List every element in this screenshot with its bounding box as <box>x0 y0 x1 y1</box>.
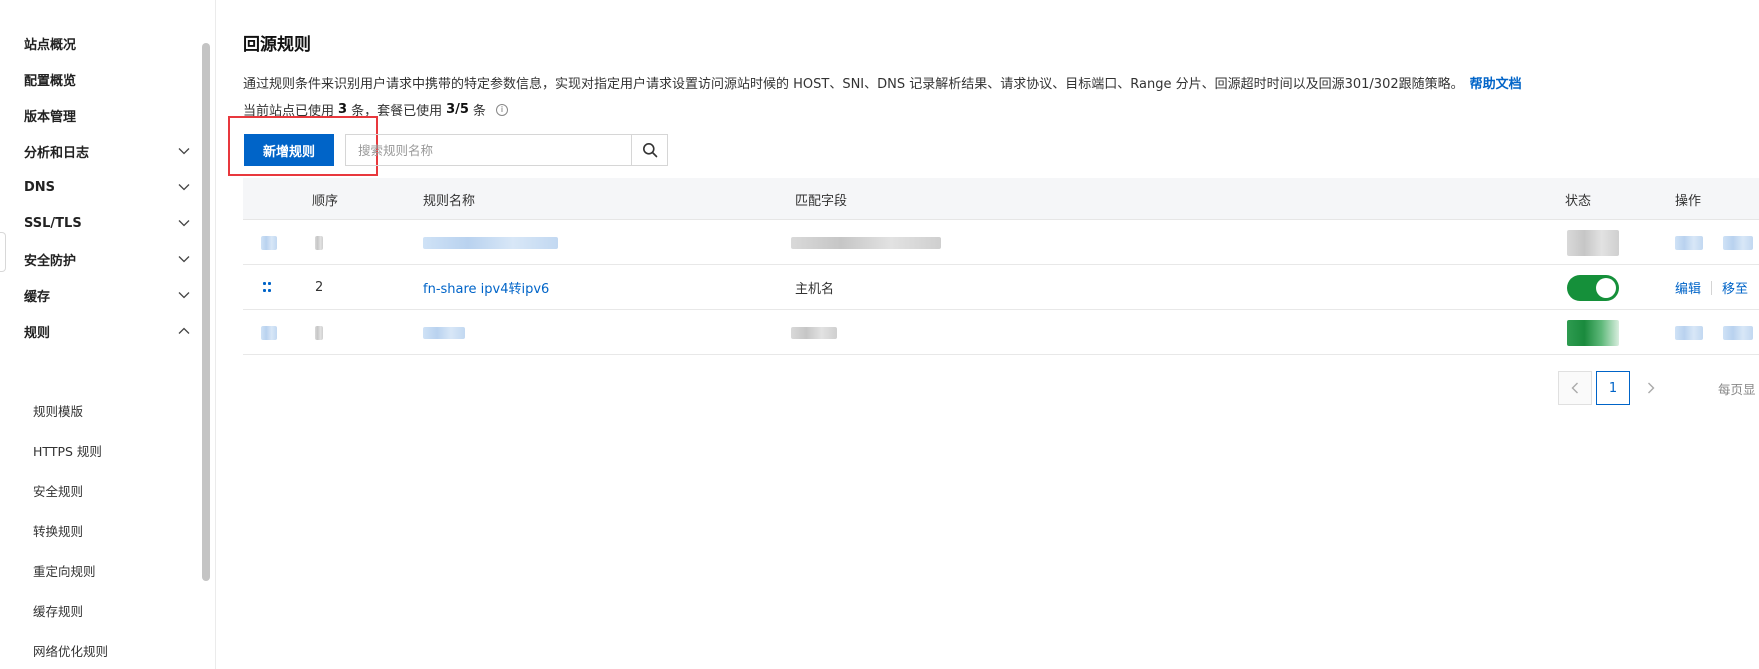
sidebar-subitem-network-optimization-rules[interactable]: 网络优化规则 <box>33 638 108 662</box>
actions-cell: 编辑 移至 <box>1675 265 1748 310</box>
column-header-status: 状态 <box>1565 193 1592 209</box>
chevron-down-icon <box>176 179 192 195</box>
column-header-name: 规则名称 <box>423 193 476 209</box>
sidebar-item-site-overview[interactable]: 站点概况 <box>24 31 192 55</box>
sidebar-item-label: 站点概况 <box>24 37 77 53</box>
page-size-label: 每页显 <box>1718 382 1756 397</box>
match-field-blurred <box>791 310 837 355</box>
sidebar-item-label: 分析和日志 <box>24 145 90 161</box>
column-header-order: 顺序 <box>312 193 339 209</box>
page-description: 通过规则条件来识别用户请求中携带的特定参数信息，实现对指定用户请求设置访问源站时… <box>243 73 1522 92</box>
sidebar-subitem-https-rules[interactable]: HTTPS 规则 <box>33 438 102 462</box>
table-row <box>243 220 1759 265</box>
sidebar-subitem-redirect-rules[interactable]: 重定向规则 <box>33 558 96 582</box>
sidebar-item-security[interactable]: 安全防护 <box>24 247 192 271</box>
table-header: 顺序 规则名称 匹配字段 状态 操作 <box>243 178 1759 220</box>
sidebar-collapse-handle[interactable] <box>0 232 6 272</box>
search-icon <box>642 143 657 158</box>
rule-name-blurred[interactable] <box>423 310 465 355</box>
drag-handle-blurred[interactable] <box>261 310 277 355</box>
chevron-up-icon <box>176 323 192 339</box>
sidebar-scrollbar-thumb[interactable] <box>202 43 210 581</box>
usage-prefix: 当前站点已使用 <box>243 104 335 119</box>
sidebar-subitem-label: 规则模版 <box>33 403 84 419</box>
pagination-current-page[interactable]: 1 <box>1596 371 1630 405</box>
status-toggle[interactable] <box>1567 274 1619 301</box>
match-field-blurred <box>791 220 941 265</box>
drag-handle-icon <box>263 281 273 294</box>
move-to-link[interactable]: 移至 <box>1722 278 1748 297</box>
sidebar-subitem-label: 网络优化规则 <box>33 643 109 659</box>
order-cell-blurred <box>315 310 323 355</box>
edit-link[interactable]: 编辑 <box>1675 278 1701 297</box>
drag-handle[interactable] <box>263 265 273 310</box>
order-cell-blurred <box>315 220 323 265</box>
table-row: 2 fn-share ipv4转ipv6 主机名 编辑 移至 <box>243 265 1759 310</box>
usage-summary: 当前站点已使用 3 条，套餐已使用 3/5 条 i <box>243 100 508 119</box>
status-cell <box>1567 265 1619 310</box>
status-toggle-blurred[interactable] <box>1567 220 1619 265</box>
sidebar-subitem-cache-rules[interactable]: 缓存规则 <box>33 598 83 622</box>
sidebar-item-config-overview[interactable]: 配置概览 <box>24 67 192 91</box>
rule-name-link[interactable]: fn-share ipv4转ipv6 <box>423 265 549 310</box>
description-text: 通过规则条件来识别用户请求中携带的特定参数信息，实现对指定用户请求设置访问源站时… <box>243 77 1464 92</box>
sidebar: 站点概况 配置概览 版本管理 分析和日志 DNS SSL/TLS 安全防护 缓存… <box>0 0 216 669</box>
sidebar-item-label: SSL/TLS <box>24 215 82 231</box>
match-field-cell: 主机名 <box>795 282 835 297</box>
actions-blurred[interactable] <box>1675 310 1753 355</box>
drag-handle-blurred[interactable] <box>261 220 277 265</box>
sidebar-item-dns[interactable]: DNS <box>24 175 192 199</box>
rule-name-blurred[interactable] <box>423 220 558 265</box>
order-cell: 2 <box>315 280 324 295</box>
sidebar-subitem-label: 安全规则 <box>33 483 84 499</box>
search-button[interactable] <box>631 135 667 165</box>
sidebar-subitem-label: HTTPS 规则 <box>33 443 102 459</box>
sidebar-item-version-management[interactable]: 版本管理 <box>24 103 192 127</box>
sidebar-item-label: 缓存 <box>24 289 51 305</box>
add-rule-button[interactable]: 新增规则 <box>244 134 334 166</box>
pagination-next-button[interactable] <box>1634 371 1668 405</box>
sidebar-item-analytics-logs[interactable]: 分析和日志 <box>24 139 192 163</box>
search-input[interactable] <box>346 135 631 165</box>
usage-suffix: 条 <box>472 104 486 119</box>
sidebar-subitem-transform-rules[interactable]: 转换规则 <box>33 518 83 542</box>
sidebar-item-label: DNS <box>24 179 56 195</box>
sidebar-subitem-label: 重定向规则 <box>33 563 96 579</box>
column-header-actions: 操作 <box>1675 193 1702 209</box>
chevron-down-icon <box>176 143 192 159</box>
sidebar-subitem-label: 转换规则 <box>33 523 84 539</box>
usage-plan-count: 3/5 <box>446 102 469 117</box>
sidebar-subitem-security-rules[interactable]: 安全规则 <box>33 478 83 502</box>
help-doc-link[interactable]: 帮助文档 <box>1470 77 1522 92</box>
column-header-match: 匹配字段 <box>795 193 848 209</box>
sidebar-item-rules[interactable]: 规则 <box>24 319 192 343</box>
sidebar-item-ssl-tls[interactable]: SSL/TLS <box>24 211 192 235</box>
chevron-left-icon <box>1571 382 1578 394</box>
usage-site-count: 3 <box>338 102 348 117</box>
chevron-down-icon <box>176 215 192 231</box>
info-icon[interactable]: i <box>495 103 508 116</box>
status-toggle-blurred[interactable] <box>1567 310 1619 355</box>
sidebar-item-label: 规则 <box>24 325 51 341</box>
page-title: 回源规则 <box>243 35 311 55</box>
actions-blurred[interactable] <box>1675 220 1753 265</box>
chevron-down-icon <box>176 287 192 303</box>
sidebar-item-cache[interactable]: 缓存 <box>24 283 192 307</box>
sidebar-subitem-rule-templates[interactable]: 规则模版 <box>33 398 83 422</box>
pagination-prev-button[interactable] <box>1558 371 1592 405</box>
table-row <box>243 310 1759 355</box>
sidebar-item-label: 安全防护 <box>24 253 77 269</box>
chevron-right-icon <box>1648 382 1655 394</box>
action-divider <box>1711 280 1713 295</box>
sidebar-subitem-label: 缓存规则 <box>33 603 84 619</box>
sidebar-item-label: 版本管理 <box>24 109 77 125</box>
usage-mid: 条，套餐已使用 <box>351 104 443 119</box>
search-box <box>345 134 668 166</box>
sidebar-item-label: 配置概览 <box>24 73 77 89</box>
rules-table: 顺序 规则名称 匹配字段 状态 操作 2 fn-share ipv4转ipv6 … <box>243 178 1759 355</box>
chevron-down-icon <box>176 251 192 267</box>
